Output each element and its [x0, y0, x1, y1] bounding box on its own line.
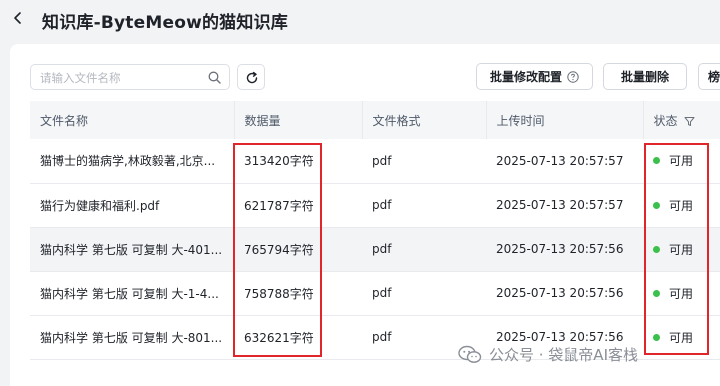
- upload-time: 2025-07-13 20:57:57: [486, 139, 643, 184]
- filter-icon[interactable]: [684, 116, 695, 127]
- file-format: pdf: [362, 271, 486, 316]
- table-header-row: 文件名称 数据量 文件格式 上传时间 状态: [30, 101, 720, 139]
- table-row[interactable]: 猫内科学 第七版 可复制 大-401... 765794字符 pdf 2025-…: [30, 227, 720, 272]
- file-format: pdf: [362, 227, 486, 272]
- column-header-size: 数据量: [233, 101, 362, 139]
- data-size: 758788字符: [234, 271, 362, 316]
- search-input[interactable]: 请输入文件名称: [30, 64, 230, 90]
- file-name[interactable]: 猫博士的猫病学,林政毅著,北京...: [30, 139, 234, 184]
- status-cell: 可用: [643, 183, 720, 228]
- status-cell: 可用: [643, 227, 720, 272]
- column-header-name: 文件名称: [30, 101, 234, 139]
- watermark: 公众号 · 袋鼠帝AI客栈: [458, 344, 638, 365]
- search-placeholder: 请输入文件名称: [40, 71, 121, 85]
- data-size: 313420字符: [234, 139, 362, 184]
- status-dot-icon: [653, 333, 660, 341]
- data-size: 621787字符: [234, 183, 362, 228]
- watermark-text: 公众号 · 袋鼠帝AI客栈: [489, 346, 638, 364]
- data-size: 632621字符: [234, 315, 362, 360]
- status-dot-icon: [653, 289, 660, 297]
- table-row[interactable]: 猫博士的猫病学,林政毅著,北京... 313420字符 pdf 2025-07-…: [30, 139, 720, 184]
- help-icon[interactable]: [567, 70, 579, 83]
- file-format: pdf: [362, 139, 486, 184]
- status-label: 可用: [669, 198, 694, 213]
- table-row[interactable]: 猫行为健康和福利.pdf 621787字符 pdf 2025-07-13 20:…: [30, 183, 720, 228]
- knowledge-base-panel: 请输入文件名称 批量修改配置 批量删除 榜 文件名称 数据量 文件格式 上传时间…: [10, 44, 720, 386]
- column-header-time: 上传时间: [485, 101, 643, 139]
- file-name[interactable]: 猫内科学 第七版 可复制 大-401...: [30, 227, 234, 272]
- status-label: 可用: [669, 242, 694, 257]
- file-table: 文件名称 数据量 文件格式 上传时间 状态 猫博士的猫病学,林政毅著,北京...…: [30, 101, 720, 360]
- status-label: 可用: [669, 330, 694, 345]
- batch-config-button[interactable]: 批量修改配置: [476, 63, 593, 90]
- file-format: pdf: [362, 183, 486, 228]
- search-icon[interactable]: [208, 71, 221, 84]
- batch-delete-button[interactable]: 批量删除: [603, 63, 687, 90]
- upload-time: 2025-07-13 20:57:56: [486, 227, 643, 272]
- status-label: 可用: [669, 154, 694, 169]
- status-dot-icon: [653, 245, 660, 253]
- table-row[interactable]: 猫内科学 第七版 可复制 大-1-4... 758788字符 pdf 2025-…: [30, 271, 720, 316]
- batch-config-label: 批量修改配置: [489, 70, 562, 84]
- file-name[interactable]: 猫内科学 第七版 可复制 大-801...: [30, 315, 234, 360]
- refresh-button[interactable]: [237, 64, 265, 90]
- upload-time: 2025-07-13 20:57:57: [486, 183, 643, 228]
- file-name[interactable]: 猫内科学 第七版 可复制 大-1-4...: [30, 271, 234, 316]
- status-cell: 可用: [643, 271, 720, 316]
- page-header: 知识库-ByteMeow的猫知识库: [0, 0, 720, 40]
- status-label: 可用: [669, 286, 694, 301]
- status-header-label: 状态: [653, 113, 678, 128]
- column-header-format: 文件格式: [361, 101, 486, 139]
- back-arrow-icon[interactable]: [11, 11, 25, 25]
- status-dot-icon: [653, 201, 660, 209]
- data-size: 765794字符: [234, 227, 362, 272]
- upload-time: 2025-07-13 20:57:56: [486, 271, 643, 316]
- page-title: 知识库-ByteMeow的猫知识库: [42, 13, 288, 33]
- file-name[interactable]: 猫行为健康和福利.pdf: [30, 183, 234, 228]
- wechat-icon: [458, 345, 482, 363]
- more-button[interactable]: 榜: [698, 63, 720, 90]
- status-cell: 可用: [643, 139, 720, 184]
- status-cell: 可用: [643, 315, 720, 360]
- column-header-status: 状态: [642, 101, 720, 139]
- status-dot-icon: [653, 157, 660, 165]
- refresh-icon: [246, 71, 258, 84]
